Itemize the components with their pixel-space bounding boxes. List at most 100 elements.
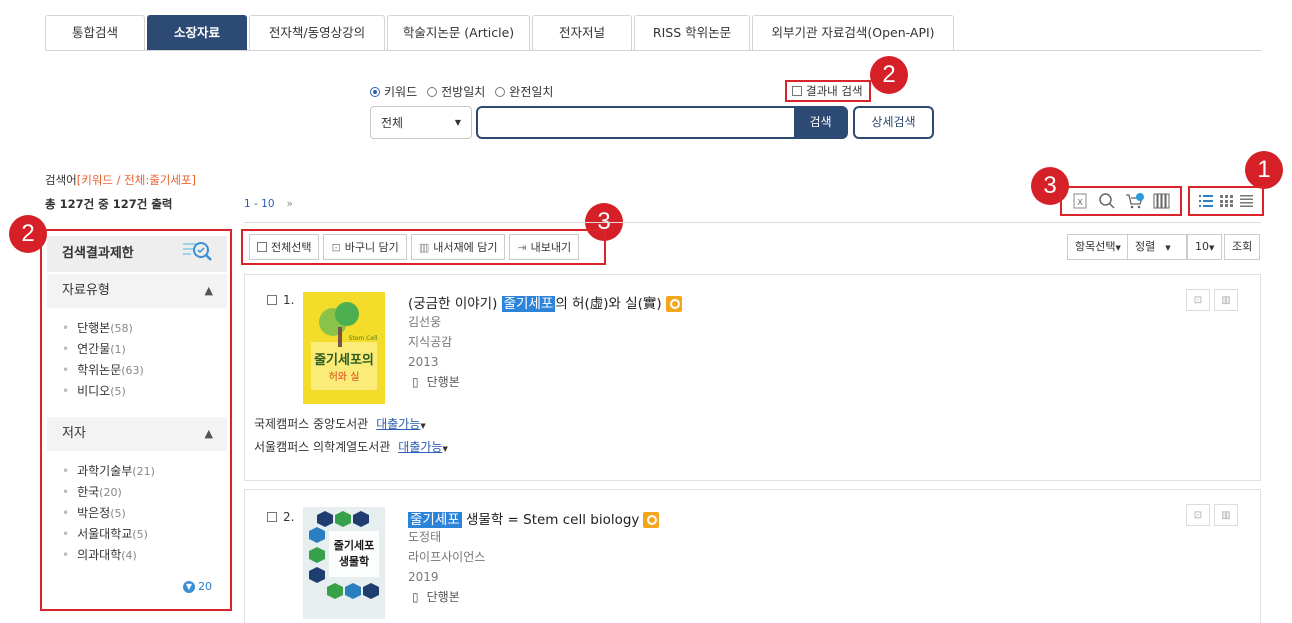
tab-articles[interactable]: 학술지논문 (Article): [387, 15, 530, 51]
dropdown-arrow-icon[interactable]: ▼: [442, 445, 447, 453]
book-cover[interactable]: 줄기세포 생물학: [303, 507, 385, 619]
search-input[interactable]: [476, 106, 848, 139]
facet-item[interactable]: 서울대학교(5): [62, 524, 155, 545]
svg-text:줄기세포의: 줄기세포의: [314, 352, 374, 368]
holding-status-link[interactable]: 대출가능: [398, 440, 442, 454]
bookshelf-icon[interactable]: ▥: [1214, 289, 1238, 311]
bookshelf-icon[interactable]: ▥: [1214, 504, 1238, 526]
book-icon: ▯: [412, 590, 419, 604]
result-year: 2013: [408, 355, 439, 369]
title-suffix: 생물학 = Stem cell biology: [461, 512, 640, 528]
chevron-up-icon[interactable]: ▲: [205, 274, 213, 308]
radio-dot-icon: [495, 86, 506, 97]
page-size-select[interactable]: 10▼: [1187, 234, 1223, 260]
search-button[interactable]: 검색: [794, 107, 847, 138]
facet-material-type-label: 자료유형: [62, 283, 110, 298]
holding-row: 서울캠퍼스 의학계열도서관 대출가능▼: [254, 438, 448, 455]
checkbox-icon[interactable]: [267, 512, 277, 522]
cart-icon[interactable]: ⊡: [1186, 504, 1210, 526]
facet-item-label: 의과대학: [77, 548, 122, 562]
facet-item[interactable]: 한국(20): [62, 482, 155, 503]
facet-item[interactable]: 단행본(58): [62, 318, 144, 339]
cart-icon[interactable]: [1125, 191, 1145, 211]
facet-more-count: 20: [198, 580, 212, 593]
facet-item[interactable]: 비디오(5): [62, 381, 144, 402]
facet-item[interactable]: 의과대학(4): [62, 545, 155, 566]
radio-keyword[interactable]: 키워드: [370, 83, 417, 100]
tab-ebooks[interactable]: 전자책/동영상강의: [249, 15, 385, 51]
facet-item[interactable]: 박은정(5): [62, 503, 155, 524]
tab-open-api[interactable]: 외부기관 자료검색(Open-API): [752, 15, 954, 51]
facet-item[interactable]: 연간물(1): [62, 339, 144, 360]
result-type-label: 단행본: [426, 375, 460, 389]
scope-value: 전체: [381, 116, 404, 130]
holding-library: 국제캠퍼스 중앙도서관: [254, 417, 369, 431]
select-all-button[interactable]: 전체선택: [249, 234, 320, 260]
search-mode-group: 키워드 전방일치 완전일치: [370, 83, 557, 100]
grid-view-icon[interactable]: [1216, 191, 1236, 211]
chevron-up-icon[interactable]: ▲: [205, 417, 213, 451]
result-quick-actions: ⊡ ▥: [1186, 289, 1238, 311]
cart-icon[interactable]: ⊡: [1186, 289, 1210, 311]
callout-2-top: 2: [870, 56, 908, 94]
tab-integrated[interactable]: 통합검색: [45, 15, 145, 51]
facet-author[interactable]: 저자 ▲: [47, 417, 227, 451]
facet-item-label: 학위논문: [77, 363, 122, 377]
add-to-basket-button[interactable]: ⊡ 바구니 담기: [323, 234, 407, 260]
book-cover[interactable]: Stem Cell 줄기세포의 허와 실: [303, 292, 385, 404]
next-page-link[interactable]: »: [287, 198, 293, 210]
list-view-icon[interactable]: [1196, 191, 1216, 211]
result-title[interactable]: (궁금한 이야기) 줄기세포 의 허(虛)와 실(實): [408, 292, 682, 312]
dropdown-arrow-icon[interactable]: ▼: [420, 422, 425, 430]
result-publisher: 지식공감: [408, 335, 453, 349]
facet-material-type[interactable]: 자료유형 ▲: [47, 274, 227, 308]
holding-status-link[interactable]: 대출가능: [376, 417, 420, 431]
compact-view-icon[interactable]: [1236, 191, 1256, 211]
bookshelf-icon: ▥: [418, 240, 430, 254]
search-icon[interactable]: [1097, 191, 1117, 211]
facet-more-link[interactable]: ▼ 20: [183, 580, 212, 593]
svg-text:줄기세포: 줄기세포: [334, 538, 374, 552]
cart-icon: ⊡: [331, 240, 341, 254]
radio-dot-icon: [427, 86, 438, 97]
page-size-label: 10: [1195, 240, 1209, 253]
field-select[interactable]: 항목선택▼: [1067, 234, 1129, 260]
result-count: 총 127건 중 127건 출력: [45, 197, 173, 211]
excel-icon[interactable]: X: [1070, 191, 1090, 211]
add-to-shelf-button[interactable]: ▥ 내서재에 담기: [410, 234, 506, 260]
radio-exact[interactable]: 완전일치: [495, 83, 553, 100]
title-highlight: 줄기세포: [408, 512, 462, 528]
bookshelf-icon[interactable]: [1152, 191, 1172, 211]
search-query-summary: 검색어[키워드 / 전체:줄기세포]: [45, 172, 196, 188]
title-prefix: (궁금한 이야기): [408, 296, 502, 312]
radio-prefix[interactable]: 전방일치: [427, 83, 485, 100]
preview-search-icon[interactable]: [643, 512, 660, 528]
advanced-search-button[interactable]: 상세검색: [853, 106, 934, 139]
scope-select[interactable]: 전체 ▼: [370, 106, 472, 139]
sort-select[interactable]: 정렬 ▼: [1127, 234, 1187, 260]
view-button[interactable]: 조회: [1224, 234, 1261, 260]
pagination: 1 - 10 »: [244, 198, 293, 210]
field-select-label: 항목선택: [1075, 240, 1116, 253]
facet-sidebar-header: 검색결과제한: [47, 236, 227, 272]
facet-item[interactable]: 학위논문(63): [62, 360, 144, 381]
checkbox-icon: [257, 242, 267, 252]
result-item: 2. 줄기세포 생물학 줄기세포 생물학 = Stem cell biology…: [244, 489, 1261, 623]
result-actions-group: 전체선택 ⊡ 바구니 담기 ▥ 내서재에 담기 ⇥ 내보내기: [241, 229, 606, 265]
preview-search-icon[interactable]: [665, 296, 682, 312]
svg-text:생물학: 생물학: [339, 554, 369, 568]
tab-riss[interactable]: RISS 학위논문: [634, 15, 750, 51]
facet-item-label: 비디오: [77, 384, 111, 398]
export-button[interactable]: ⇥ 내보내기: [509, 234, 580, 260]
holding-row: 국제캠퍼스 중앙도서관 대출가능▼: [254, 415, 426, 432]
checkbox-icon[interactable]: [267, 295, 277, 305]
tab-holdings[interactable]: 소장자료: [147, 15, 247, 51]
facet-item[interactable]: 과학기술부(21): [62, 461, 155, 482]
search-in-results-checkbox[interactable]: 결과내 검색: [785, 80, 871, 102]
facet-author-label: 저자: [62, 426, 86, 441]
tab-ejournals[interactable]: 전자저널: [532, 15, 632, 51]
result-title[interactable]: 줄기세포 생물학 = Stem cell biology: [408, 508, 660, 528]
page-range[interactable]: 1 - 10: [244, 198, 275, 210]
result-type: ▯ 단행본: [412, 587, 485, 607]
result-type-label: 단행본: [426, 590, 460, 604]
